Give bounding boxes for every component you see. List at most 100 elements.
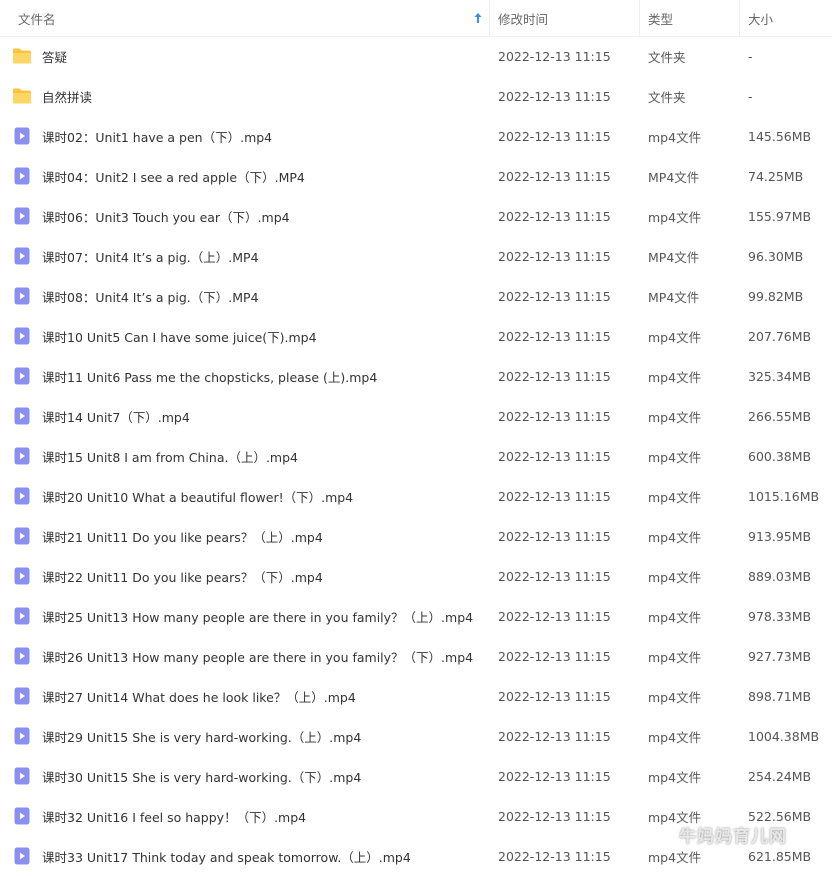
file-type: MP4文件 <box>648 169 700 185</box>
file-size: 978.33MB <box>748 608 812 624</box>
file-row[interactable]: 课时20 Unit10 What a beautiful flower!（下）.… <box>0 476 832 516</box>
file-row[interactable]: 课时15 Unit8 I am from China.（上）.mp4 2022-1… <box>0 436 832 476</box>
file-row[interactable]: 课时27 Unit14 What does he look like？（上）.m… <box>0 676 832 716</box>
file-name[interactable]: 课时32 Unit16 I feel so happy！（下）.mp4 <box>42 807 306 826</box>
file-name[interactable]: 课时27 Unit14 What does he look like？（上）.m… <box>42 687 356 706</box>
file-name-cell[interactable]: 课时08：Unit4 It’s a pig.（下）.MP4 <box>0 286 490 306</box>
file-name[interactable]: 课时26 Unit13 How many people are there in… <box>42 647 473 666</box>
file-name-cell[interactable]: 课时04：Unit2 I see a red apple（下）.MP4 <box>0 166 490 186</box>
file-row[interactable]: 课时04：Unit2 I see a red apple（下）.MP4 2022-… <box>0 156 832 196</box>
file-size: 207.76MB <box>748 328 812 344</box>
file-row[interactable]: 课时06：Unit3 Touch you ear（下）.mp4 2022-12-1… <box>0 196 832 236</box>
column-header-name[interactable]: 文件名 <box>0 0 490 36</box>
sort-ascending-icon[interactable] <box>473 12 483 24</box>
file-modified-date: 2022-12-13 11:15 <box>498 248 611 264</box>
file-name[interactable]: 答疑 <box>42 47 67 66</box>
file-modified-date: 2022-12-13 11:15 <box>498 528 611 544</box>
file-type: mp4文件 <box>648 129 702 145</box>
column-header-size[interactable]: 大小 <box>740 0 832 36</box>
file-row[interactable]: 课时11 Unit6 Pass me the chopsticks, pleas… <box>0 356 832 396</box>
file-type: 文件夹 <box>648 89 686 105</box>
video-file-icon <box>12 686 32 706</box>
file-row[interactable]: 课时14 Unit7（下）.mp4 2022-12-13 11:15 mp4文件 26… <box>0 396 832 436</box>
file-type: 文件夹 <box>648 49 686 65</box>
file-name-cell[interactable]: 课时26 Unit13 How many people are there in… <box>0 646 490 666</box>
file-name-cell[interactable]: 课时15 Unit8 I am from China.（上）.mp4 <box>0 446 490 466</box>
file-type: mp4文件 <box>648 489 702 505</box>
column-header-modified[interactable]: 修改时间 <box>490 0 640 36</box>
file-name[interactable]: 课时06：Unit3 Touch you ear（下）.mp4 <box>42 207 290 226</box>
file-name-cell[interactable]: 课时27 Unit14 What does he look like？（上）.m… <box>0 686 490 706</box>
file-row[interactable]: 课时22 Unit11 Do you like pears？（下）.mp4 202… <box>0 556 832 596</box>
file-name-cell[interactable]: 课时29 Unit15 She is very hard-working.（上）… <box>0 726 490 746</box>
wechat-icon <box>645 823 672 845</box>
file-row[interactable]: 答疑 2022-12-13 11:15 文件夹 - <box>0 36 832 76</box>
file-name[interactable]: 课时30 Unit15 She is very hard-working.（下）… <box>42 767 361 786</box>
file-name[interactable]: 课时20 Unit10 What a beautiful flower!（下）.… <box>42 487 353 506</box>
file-name[interactable]: 课时10 Unit5 Can I have some juice(下).mp4 <box>42 327 317 346</box>
file-type: mp4文件 <box>648 529 702 545</box>
watermark-text: 牛妈妈育儿网 <box>679 827 787 847</box>
video-file-icon <box>12 126 32 146</box>
file-row[interactable]: 课时29 Unit15 She is very hard-working.（上）… <box>0 716 832 756</box>
file-name[interactable]: 课时29 Unit15 She is very hard-working.（上）… <box>42 727 361 746</box>
file-name[interactable]: 课时07：Unit4 It’s a pig.（上）.MP4 <box>42 247 259 266</box>
file-name-cell[interactable]: 课时02：Unit1 have a pen（下）.mp4 <box>0 126 490 146</box>
file-name-cell[interactable]: 课时25 Unit13 How many people are there in… <box>0 606 490 626</box>
file-name[interactable]: 课时11 Unit6 Pass me the chopsticks, pleas… <box>42 367 377 386</box>
file-name[interactable]: 课时15 Unit8 I am from China.（上）.mp4 <box>42 447 298 466</box>
video-file-icon <box>12 366 32 386</box>
file-name[interactable]: 课时04：Unit2 I see a red apple（下）.MP4 <box>42 167 305 186</box>
file-size: 145.56MB <box>748 128 812 144</box>
file-name-cell[interactable]: 答疑 <box>0 46 490 66</box>
video-file-icon <box>12 606 32 626</box>
video-file-icon <box>12 526 32 546</box>
file-name-cell[interactable]: 课时10 Unit5 Can I have some juice(下).mp4 <box>0 326 490 346</box>
file-name-cell[interactable]: 自然拼读 <box>0 86 490 106</box>
file-row[interactable]: 课时26 Unit13 How many people are there in… <box>0 636 832 676</box>
file-name-cell[interactable]: 课时06：Unit3 Touch you ear（下）.mp4 <box>0 206 490 226</box>
file-name-cell[interactable]: 课时22 Unit11 Do you like pears？（下）.mp4 <box>0 566 490 586</box>
video-file-icon <box>12 766 32 786</box>
video-file-icon <box>12 646 32 666</box>
file-name-cell[interactable]: 课时33 Unit17 Think today and speak tomorr… <box>0 846 490 866</box>
file-modified-date: 2022-12-13 11:15 <box>498 488 611 504</box>
column-header-type[interactable]: 类型 <box>640 0 740 36</box>
file-name[interactable]: 课时14 Unit7（下）.mp4 <box>42 407 190 426</box>
file-name-cell[interactable]: 课时20 Unit10 What a beautiful flower!（下）.… <box>0 486 490 506</box>
file-size: 1015.16MB <box>748 488 820 504</box>
file-modified-date: 2022-12-13 11:15 <box>498 128 611 144</box>
file-row[interactable]: 课时25 Unit13 How many people are there in… <box>0 596 832 636</box>
file-type: mp4文件 <box>648 769 702 785</box>
file-name[interactable]: 课时25 Unit13 How many people are there in… <box>42 607 473 626</box>
file-name-cell[interactable]: 课时21 Unit11 Do you like pears？（上）.mp4 <box>0 526 490 546</box>
file-name-cell[interactable]: 课时30 Unit15 She is very hard-working.（下）… <box>0 766 490 786</box>
file-size: 254.24MB <box>748 768 812 784</box>
file-row[interactable]: 课时30 Unit15 She is very hard-working.（下）… <box>0 756 832 796</box>
file-row[interactable]: 课时02：Unit1 have a pen（下）.mp4 2022-12-13 1… <box>0 116 832 156</box>
file-row[interactable]: 自然拼读 2022-12-13 11:15 文件夹 - <box>0 76 832 116</box>
file-type: mp4文件 <box>648 609 702 625</box>
file-row[interactable]: 课时10 Unit5 Can I have some juice(下).mp4 2… <box>0 316 832 356</box>
file-modified-date: 2022-12-13 11:15 <box>498 408 611 424</box>
file-name[interactable]: 课时08：Unit4 It’s a pig.（下）.MP4 <box>42 287 259 306</box>
file-name-cell[interactable]: 课时07：Unit4 It’s a pig.（上）.MP4 <box>0 246 490 266</box>
file-row[interactable]: 课时21 Unit11 Do you like pears？（上）.mp4 202… <box>0 516 832 556</box>
column-header-name-label: 文件名 <box>18 11 56 27</box>
file-row[interactable]: 课时08：Unit4 It’s a pig.（下）.MP4 2022-12-13 … <box>0 276 832 316</box>
file-name[interactable]: 课时02：Unit1 have a pen（下）.mp4 <box>42 127 272 146</box>
file-size: 1004.38MB <box>748 728 820 744</box>
file-size: - <box>748 88 753 104</box>
file-row[interactable]: 课时07：Unit4 It’s a pig.（上）.MP4 2022-12-13 … <box>0 236 832 276</box>
file-name-cell[interactable]: 课时14 Unit7（下）.mp4 <box>0 406 490 426</box>
file-name[interactable]: 课时21 Unit11 Do you like pears？（上）.mp4 <box>42 527 323 546</box>
file-name[interactable]: 自然拼读 <box>42 87 92 106</box>
file-name-cell[interactable]: 课时32 Unit16 I feel so happy！（下）.mp4 <box>0 806 490 826</box>
file-size: 325.34MB <box>748 368 812 384</box>
file-name[interactable]: 课时22 Unit11 Do you like pears？（下）.mp4 <box>42 567 323 586</box>
file-name[interactable]: 课时33 Unit17 Think today and speak tomorr… <box>42 847 411 866</box>
file-type: mp4文件 <box>648 849 702 865</box>
file-name-cell[interactable]: 课时11 Unit6 Pass me the chopsticks, pleas… <box>0 366 490 386</box>
file-modified-date: 2022-12-13 11:15 <box>498 88 611 104</box>
file-size: 96.30MB <box>748 248 804 264</box>
